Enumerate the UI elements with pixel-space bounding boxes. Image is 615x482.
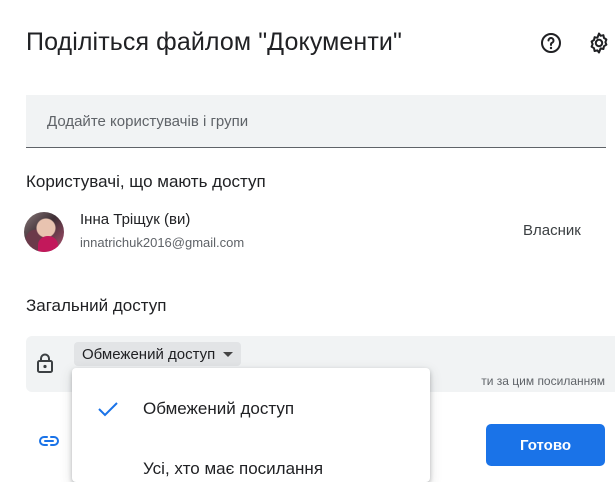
access-description: ти за цим посиланням	[481, 374, 605, 388]
menu-item-label: Обмежений доступ	[143, 399, 295, 418]
gear-icon	[590, 32, 608, 54]
menu-item-restricted[interactable]: Обмежений доступ	[72, 384, 430, 434]
help-icon[interactable]	[538, 30, 564, 56]
settings-gear-icon[interactable]	[586, 30, 612, 56]
help-circle-icon	[541, 33, 561, 53]
caret-down-icon	[223, 351, 234, 357]
add-people-input[interactable]	[26, 95, 606, 147]
link-icon[interactable]	[38, 434, 60, 448]
check-icon	[96, 384, 120, 434]
access-level-dropdown[interactable]: Обмежений доступ	[74, 342, 242, 366]
user-email: innatrichuk2016@gmail.com	[80, 235, 245, 250]
user-role: Власник	[523, 222, 581, 239]
avatar	[24, 212, 64, 252]
share-dialog: Поділіться файлом "Документи" Користувач…	[0, 0, 615, 482]
done-button[interactable]: Готово	[486, 424, 605, 466]
add-people-field[interactable]	[26, 95, 606, 148]
access-level-value: Обмежений доступ	[82, 345, 216, 363]
dialog-title: Поділіться файлом "Документи"	[26, 28, 402, 56]
access-level-menu: Обмежений доступ Усі, хто має посилання	[72, 368, 430, 482]
user-name: Інна Тріщук (ви)	[80, 211, 191, 228]
menu-item-label: Усі, хто має посилання	[143, 459, 324, 478]
people-with-access-heading: Користувачі, що мають доступ	[26, 172, 266, 191]
general-access-heading: Загальний доступ	[26, 296, 167, 315]
lock-icon	[37, 353, 53, 373]
menu-item-anyone-with-link[interactable]: Усі, хто має посилання	[72, 444, 430, 482]
